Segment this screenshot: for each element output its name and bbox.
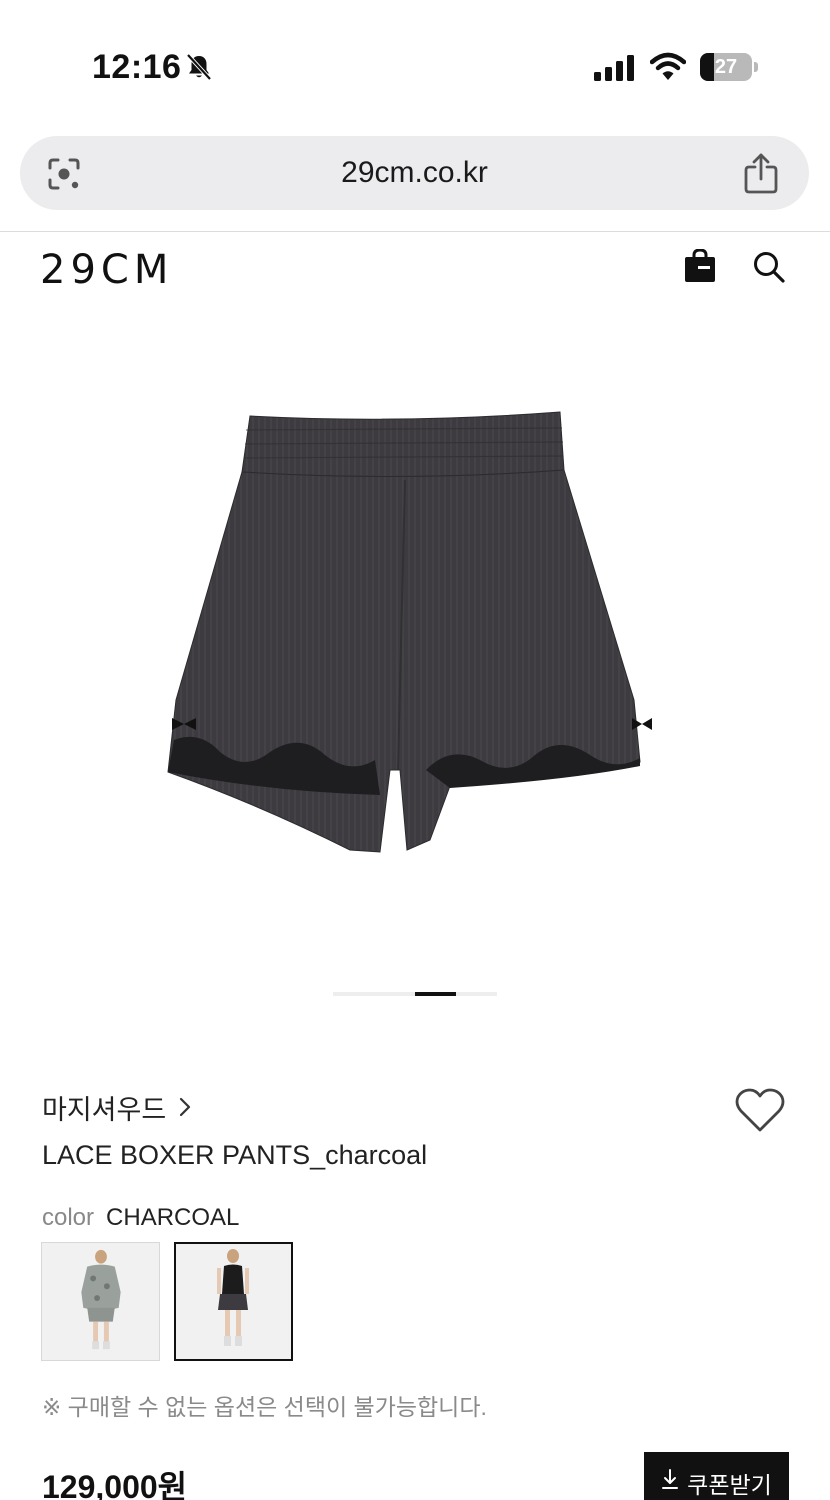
url-text[interactable]: 29cm.co.kr	[20, 136, 809, 210]
download-icon	[662, 1469, 679, 1489]
product-name: LACE BOXER PANTS_charcoal	[42, 1140, 428, 1170]
color-label: color	[42, 1204, 95, 1231]
product-price: 129,000원	[42, 1469, 188, 1500]
coupon-label[interactable]: 쿠폰받기	[687, 1466, 772, 1500]
status-bar: 12:16 27	[0, 0, 830, 120]
share-icon[interactable]	[742, 152, 780, 194]
wifi-icon	[650, 52, 686, 80]
search-icon[interactable]	[752, 250, 786, 284]
battery-icon: 27	[700, 53, 758, 81]
status-time: 12:16	[92, 48, 182, 86]
bell-slash-icon	[186, 53, 212, 81]
color-swatch-charcoal[interactable]	[174, 1242, 293, 1361]
color-swatch-floral[interactable]	[41, 1242, 160, 1361]
chevron-right-icon	[180, 1097, 191, 1117]
heart-icon[interactable]	[734, 1088, 786, 1134]
product-image[interactable]	[150, 400, 680, 870]
signal-icon	[594, 55, 634, 81]
color-option-row: color CHARCOAL	[42, 1204, 239, 1232]
slide-indicator-active	[415, 992, 456, 996]
option-notice: ※ 구매할 수 없는 옵션은 선택이 불가능합니다.	[42, 1394, 487, 1420]
header-divider	[0, 231, 830, 232]
shopping-bag-icon[interactable]	[684, 249, 716, 283]
brand-name[interactable]: 마지셔우드	[42, 1088, 166, 1127]
brand-link[interactable]: 마지셔우드	[42, 1088, 192, 1127]
site-logo[interactable]: 29CM	[40, 247, 173, 293]
battery-level: 27	[714, 56, 738, 78]
coupon-button[interactable]: 쿠폰받기	[644, 1452, 789, 1500]
color-value: CHARCOAL	[106, 1204, 240, 1231]
address-bar[interactable]: 29cm.co.kr	[20, 136, 809, 210]
lens-icon[interactable]	[44, 154, 84, 194]
